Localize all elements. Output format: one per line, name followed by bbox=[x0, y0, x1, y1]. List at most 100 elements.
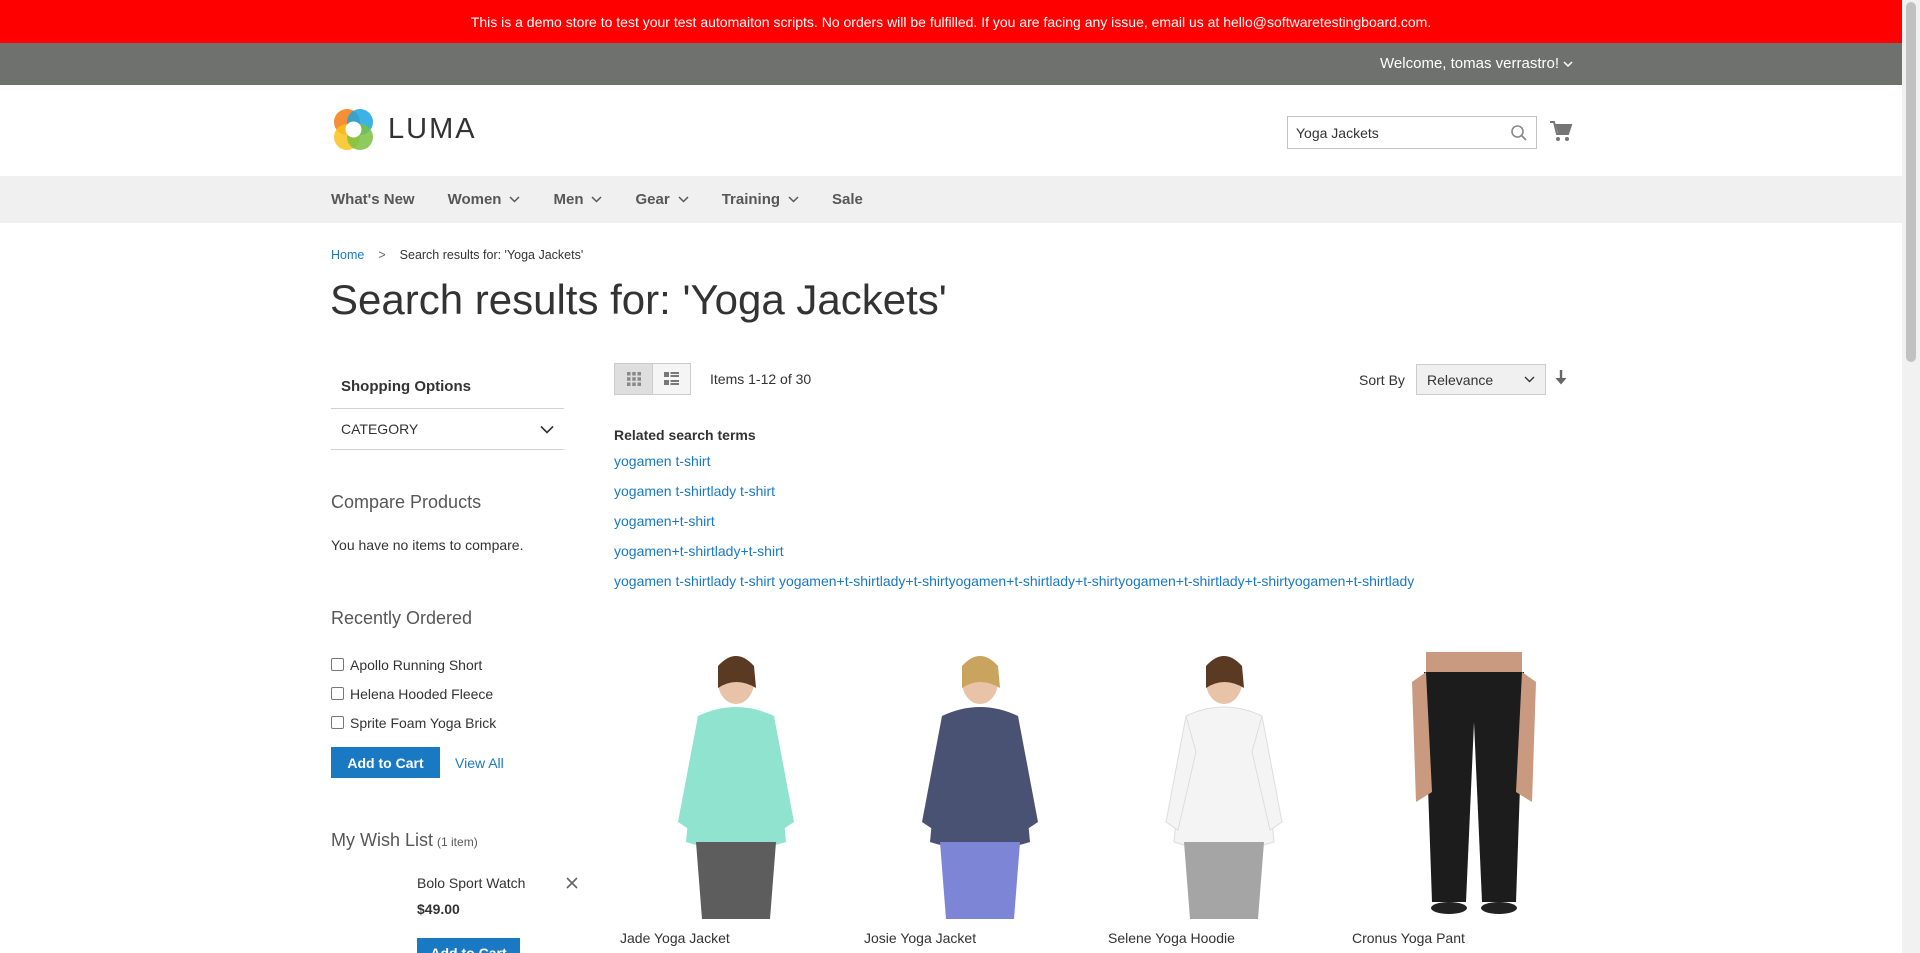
wishlist-item: Bolo Sport Watch $49.00 Add to Cart bbox=[417, 875, 579, 953]
sidebar: Shopping Options CATEGORY Compare Produc… bbox=[331, 365, 578, 953]
product-name-link[interactable]: Cronus Yoga Pant bbox=[1346, 930, 1590, 946]
recent-item[interactable]: Helena Hooded Fleece bbox=[331, 679, 496, 708]
chevron-down-icon bbox=[509, 196, 521, 203]
recent-item[interactable]: Apollo Running Short bbox=[331, 650, 496, 679]
related-search-terms: Related search terms yogamen t-shirt yoga… bbox=[614, 427, 1414, 601]
recent-item-checkbox[interactable] bbox=[331, 716, 344, 729]
wishlist-count: (1 item) bbox=[437, 835, 478, 849]
chevron-down-icon bbox=[540, 425, 554, 434]
product-photo bbox=[614, 652, 858, 919]
demo-notice-banner: This is a demo store to test your test a… bbox=[0, 0, 1902, 43]
recent-add-to-cart-button[interactable]: Add to Cart bbox=[331, 747, 440, 778]
luma-logo-icon bbox=[334, 109, 373, 150]
breadcrumb-separator: > bbox=[378, 248, 386, 262]
recently-ordered-list: Apollo Running Short Helena Hooded Fleece… bbox=[331, 650, 496, 737]
compare-products-title: Compare Products bbox=[331, 492, 482, 512]
recent-item[interactable]: Sprite Foam Yoga Brick bbox=[331, 708, 496, 737]
list-icon bbox=[664, 372, 679, 385]
recent-item-checkbox[interactable] bbox=[331, 658, 344, 671]
cart-icon[interactable] bbox=[1549, 119, 1573, 143]
nav-item-label: What's New bbox=[331, 191, 415, 208]
site-header: LUMA bbox=[0, 85, 1902, 176]
grid-view-button[interactable] bbox=[614, 363, 653, 395]
page-scrollbar[interactable] bbox=[1902, 0, 1920, 953]
nav-item-label: Men bbox=[553, 191, 584, 208]
customer-welcome-menu[interactable]: Welcome, tomas verrastro! bbox=[1380, 55, 1573, 72]
search-input[interactable] bbox=[1296, 124, 1496, 141]
product-photo bbox=[858, 652, 1102, 919]
list-view-button[interactable] bbox=[652, 363, 691, 395]
product-name-link[interactable]: Selene Yoga Hoodie bbox=[1102, 930, 1346, 946]
view-all-link[interactable]: View All bbox=[455, 755, 504, 771]
nav-item-label: Sale bbox=[832, 191, 863, 208]
nav-item-training[interactable]: Training bbox=[722, 191, 799, 208]
close-icon[interactable] bbox=[565, 876, 579, 890]
recent-item-checkbox[interactable] bbox=[331, 687, 344, 700]
sort-by-select[interactable]: Relevance bbox=[1416, 364, 1546, 395]
recently-ordered-title: Recently Ordered bbox=[331, 608, 473, 628]
category-filter[interactable]: CATEGORY bbox=[331, 409, 564, 450]
main-navigation: What's New Women Men Gear Training Sale bbox=[0, 176, 1902, 223]
recently-ordered-actions: Add to Cart View All bbox=[331, 747, 504, 778]
search-icon[interactable] bbox=[1510, 124, 1528, 142]
product-image[interactable] bbox=[858, 652, 1102, 919]
product-photo bbox=[1346, 652, 1590, 919]
breadcrumb-home-link[interactable]: Home bbox=[331, 248, 364, 262]
product-name-link[interactable]: Josie Yoga Jacket bbox=[858, 930, 1102, 946]
nav-item-what-s-new[interactable]: What's New bbox=[331, 191, 415, 208]
nav-item-men[interactable]: Men bbox=[553, 191, 603, 208]
related-term-link[interactable]: yogamen+t-shirtlady+t-shirt bbox=[614, 541, 1414, 571]
chevron-down-icon bbox=[1524, 376, 1535, 383]
compare-empty-message: You have no items to compare. bbox=[331, 537, 524, 553]
nav-item-label: Women bbox=[447, 191, 502, 208]
products-toolbar: Items 1-12 of 30 Sort By Relevance bbox=[614, 363, 1570, 395]
product-image[interactable] bbox=[1102, 652, 1346, 919]
related-term-link[interactable]: yogamen t-shirtlady t-shirt bbox=[614, 481, 1414, 511]
luma-logo[interactable]: LUMA bbox=[331, 107, 477, 152]
related-terms-list: yogamen t-shirt yogamen t-shirtlady t-shi… bbox=[614, 451, 1414, 601]
recent-item-name: Apollo Running Short bbox=[350, 656, 483, 673]
related-search-title: Related search terms bbox=[614, 427, 756, 443]
related-term-link[interactable]: yogamen t-shirt bbox=[614, 451, 1414, 481]
search-field[interactable] bbox=[1287, 116, 1537, 149]
nav-item-label: Training bbox=[721, 191, 781, 208]
wishlist-item-name[interactable]: Bolo Sport Watch bbox=[417, 875, 579, 891]
welcome-text: Welcome, tomas verrastro! bbox=[1380, 55, 1559, 72]
demo-notice-text: This is a demo store to test your test a… bbox=[470, 13, 1432, 30]
chevron-down-icon bbox=[788, 196, 799, 203]
nav-item-gear[interactable]: Gear bbox=[635, 191, 689, 208]
product-image[interactable] bbox=[614, 652, 858, 919]
sort-direction-arrow-icon[interactable] bbox=[1554, 369, 1568, 387]
chevron-down-icon bbox=[678, 196, 689, 203]
nav-item-label: Gear bbox=[635, 191, 670, 208]
category-filter-label: CATEGORY bbox=[341, 421, 419, 437]
product-image[interactable] bbox=[1346, 652, 1590, 919]
nav-items: What's New Women Men Gear Training Sale bbox=[331, 176, 896, 223]
recent-item-name: Helena Hooded Fleece bbox=[350, 685, 494, 702]
product-card: Selene Yoga Hoodie bbox=[1102, 652, 1346, 946]
nav-item-women[interactable]: Women bbox=[448, 191, 521, 208]
product-photo bbox=[1102, 652, 1346, 919]
wishlist-add-to-cart-button[interactable]: Add to Cart bbox=[417, 938, 520, 953]
page-title: Search results for: 'Yoga Jackets' bbox=[330, 276, 947, 323]
product-name-link[interactable]: Jade Yoga Jacket bbox=[614, 930, 858, 946]
product-card: Jade Yoga Jacket bbox=[614, 652, 858, 946]
scrollbar-thumb[interactable] bbox=[1906, 2, 1916, 362]
related-term-link[interactable]: yogamen t-shirtlady t-shirt yogamen+t-sh… bbox=[614, 571, 1414, 601]
breadcrumb: Home > Search results for: 'Yoga Jackets… bbox=[331, 248, 583, 262]
chevron-down-icon bbox=[1563, 60, 1573, 67]
logo-text: LUMA bbox=[388, 113, 477, 145]
search-results-main: Items 1-12 of 30 Sort By Relevance Relat… bbox=[614, 363, 1590, 946]
header-panel: Welcome, tomas verrastro! bbox=[0, 43, 1902, 85]
wishlist-title: My Wish List (1 item) bbox=[331, 830, 478, 851]
sort-by-label: Sort By bbox=[1359, 372, 1405, 388]
product-card: Josie Yoga Jacket bbox=[858, 652, 1102, 946]
recent-item-name: Sprite Foam Yoga Brick bbox=[350, 714, 497, 731]
breadcrumb-current: Search results for: 'Yoga Jackets' bbox=[399, 248, 584, 262]
items-count: Items 1-12 of 30 bbox=[710, 371, 812, 387]
grid-icon bbox=[626, 372, 641, 386]
product-grid: Jade Yoga Jacket Josie Yoga Jacket Selene … bbox=[614, 652, 1590, 946]
nav-item-sale[interactable]: Sale bbox=[832, 191, 863, 208]
wishlist-item-price: $49.00 bbox=[417, 901, 460, 917]
related-term-link[interactable]: yogamen+t-shirt bbox=[614, 511, 1414, 541]
